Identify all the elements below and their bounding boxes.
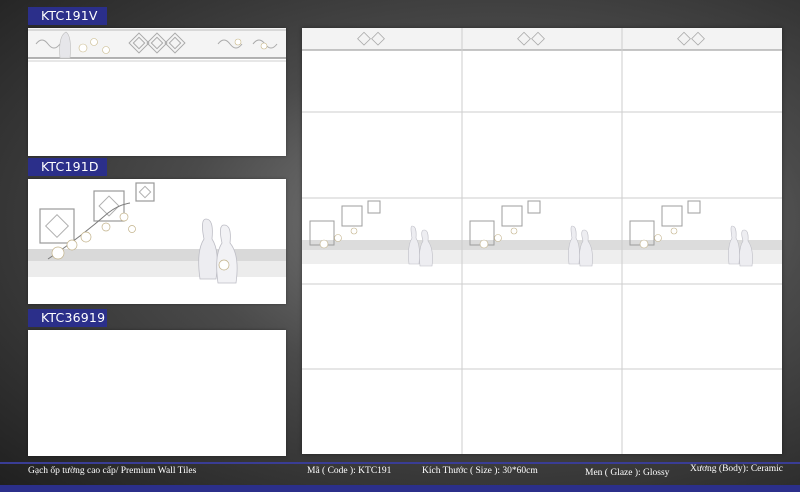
tile-ktc191d — [28, 179, 286, 304]
tile-ktc191v — [28, 28, 286, 156]
wall-preview — [302, 28, 782, 454]
border-pattern — [28, 28, 286, 62]
tile-ktc36919 — [28, 330, 286, 456]
footer-divider — [0, 462, 800, 464]
footer-code: Mã ( Code ): KTC191 — [307, 466, 392, 476]
footer-bar — [0, 485, 800, 492]
wall-grid — [302, 28, 782, 454]
footer-category: Gạch ốp tường cao cấp/ Premium Wall Tile… — [28, 466, 197, 476]
product-label-ktc36919: KTC36919 — [28, 309, 107, 327]
footer-size: Kích Thước ( Size ): 30*60cm — [422, 466, 538, 476]
footer-body: Xương (Body): Ceramic — [690, 464, 784, 474]
footer-glaze: Men ( Glaze ): Glossy — [585, 468, 670, 478]
product-label-ktc191v: KTC191V — [28, 7, 107, 25]
product-label-ktc191d: KTC191D — [28, 158, 107, 176]
decor-pattern — [28, 182, 286, 284]
